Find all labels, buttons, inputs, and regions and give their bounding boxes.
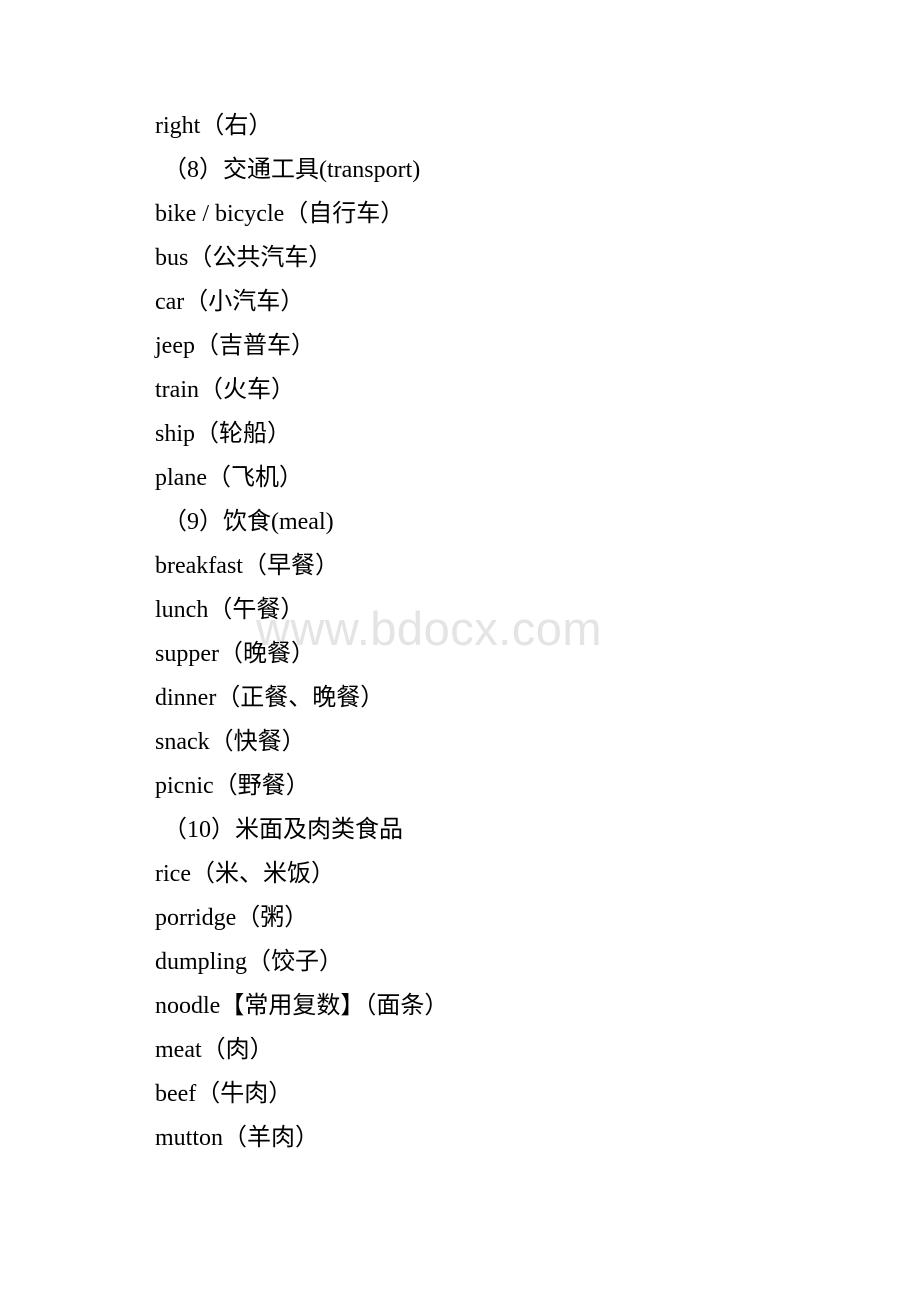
vocab-line-lunch: lunch（午餐）: [155, 597, 305, 623]
vocab-line-picnic: picnic（野餐）: [155, 773, 310, 799]
vocab-line-porridge: porridge（粥）: [155, 905, 309, 931]
vocab-line-supper: supper（晚餐）: [155, 641, 315, 667]
vocab-line-train: train（火车）: [155, 377, 295, 403]
vocab-line-breakfast: breakfast（早餐）: [155, 553, 339, 579]
section-heading-sec-9-meal: （9）饮食(meal): [163, 509, 334, 535]
vocab-line-noodle: noodle【常用复数】（面条）: [155, 993, 449, 1019]
vocab-line-right: right（右）: [155, 113, 273, 139]
vocab-line-beef: beef（牛肉）: [155, 1081, 293, 1107]
vocab-line-rice: rice（米、米饭）: [155, 861, 335, 887]
vocab-line-dinner: dinner（正餐、晚餐）: [155, 685, 385, 711]
vocab-line-dumpling: dumpling（饺子）: [155, 949, 344, 975]
vocab-line-bus: bus（公共汽车）: [155, 245, 333, 271]
section-heading-sec-8-transport: （8）交通工具(transport): [163, 157, 421, 183]
vocab-line-car: car（小汽车）: [155, 289, 305, 315]
document-text-body: right（右） （8）交通工具(transport) bike / bicycle…: [0, 0, 920, 1160]
vocab-line-meat: meat（肉）: [155, 1037, 274, 1063]
vocab-line-snack: snack（快餐）: [155, 729, 306, 755]
vocab-line-ship: ship（轮船）: [155, 421, 292, 447]
section-heading-sec-10-staples: （10）米面及肉类食品: [163, 817, 403, 843]
document-page: www.bdocx.com right（右） （8）交通工具(transport)…: [0, 0, 920, 1302]
vocab-line-mutton: mutton（羊肉）: [155, 1125, 320, 1151]
vocab-line-plane: plane（飞机）: [155, 465, 303, 491]
vocab-line-jeep: jeep（吉普车）: [155, 333, 315, 359]
vocab-line-bike: bike / bicycle（自行车）: [155, 201, 405, 227]
